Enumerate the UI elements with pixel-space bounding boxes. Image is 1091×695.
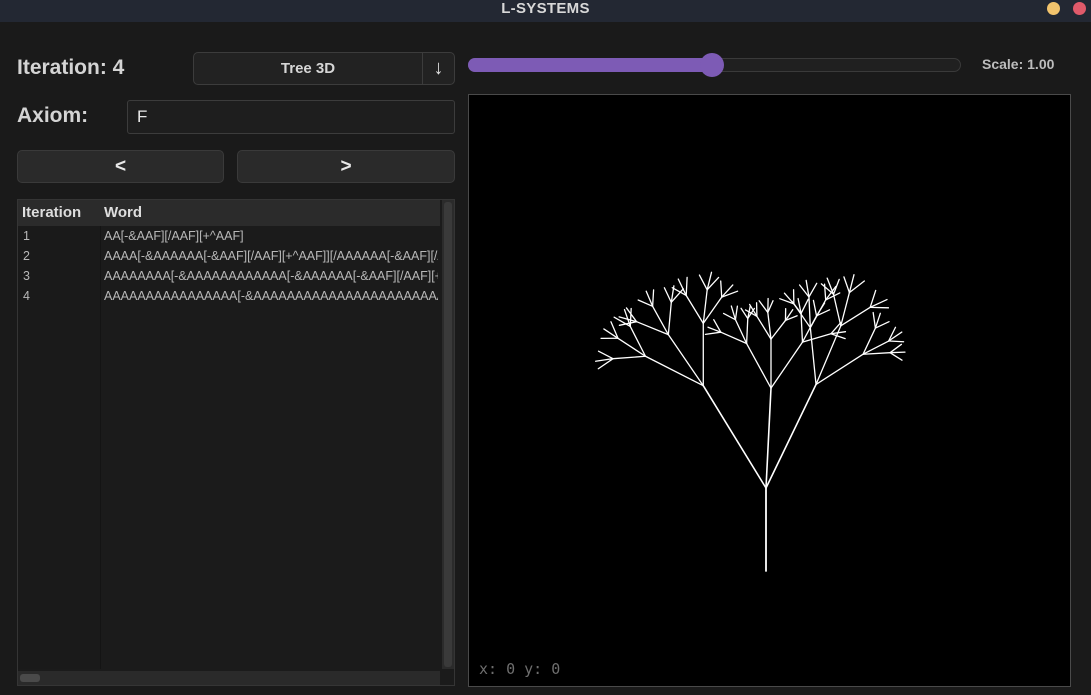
tree-branch <box>663 287 672 304</box>
tree-branch <box>770 319 787 340</box>
tree-branch <box>685 294 704 325</box>
tree-branch <box>698 274 708 291</box>
tree-branch <box>720 280 723 298</box>
tree-branch <box>872 311 877 329</box>
tree-branch <box>812 299 818 317</box>
cell-word: AAAAAAAAAAAAAAAA[-&AAAAAAAAAAAAAAAAAAAAA… <box>104 289 438 303</box>
scale-slider[interactable] <box>468 53 961 77</box>
tree-branch <box>800 312 804 343</box>
previous-iteration-button[interactable]: < <box>17 150 224 183</box>
axiom-input[interactable] <box>127 100 455 134</box>
tree-branch <box>800 298 809 315</box>
horizontal-scrollbar-thumb[interactable] <box>20 674 40 682</box>
tree-branch <box>702 384 767 489</box>
tree-branch <box>651 305 669 336</box>
preset-value: Tree 3D <box>280 60 336 77</box>
slider-fill <box>468 58 713 72</box>
vertical-scrollbar-thumb[interactable] <box>444 202 452 667</box>
tree-branch <box>888 340 905 343</box>
tree-branch <box>758 300 769 314</box>
cell-word: AAAAAAAA[-&AAAAAAAAAAAA[-&AAAAAA[-&AAF][… <box>104 269 438 283</box>
tree-branch <box>745 317 749 345</box>
tree-branch <box>734 305 739 321</box>
window-title: L-SYSTEMS <box>501 0 590 17</box>
cell-iteration: 4 <box>23 289 30 303</box>
cell-word: AAAA[-&AAAAAA[-&AAF][/AAF][+^AAF]][/AAAA… <box>104 249 438 263</box>
tree-branch <box>644 355 704 387</box>
tree-branch <box>745 342 772 389</box>
next-iteration-button[interactable]: > <box>237 150 455 183</box>
tree-branch <box>889 343 903 354</box>
tree-branch <box>597 350 614 360</box>
close-button[interactable] <box>1073 2 1086 15</box>
cell-word: AA[-&AAF][/AAF][+^AAF] <box>104 229 244 243</box>
table-header: Iteration Word <box>18 200 440 226</box>
tree-branch <box>809 327 817 386</box>
column-header-iteration[interactable]: Iteration <box>22 204 81 221</box>
tree-branch <box>629 307 632 328</box>
table-row[interactable]: 1 AA[-&AAF][/AAF][+^AAF] <box>18 228 438 248</box>
iteration-label: Iteration: 4 <box>17 56 125 79</box>
cursor-coordinates: x: 0 y: 0 <box>479 660 561 678</box>
tree-branch <box>889 352 903 361</box>
tree-branch <box>830 333 846 340</box>
scale-value-label: Scale: 1.00 <box>982 56 1055 72</box>
tree-branch <box>823 283 827 301</box>
table-row[interactable]: 4 AAAAAAAAAAAAAAAA[-&AAAAAAAAAAAAAAAAAAA… <box>18 288 438 308</box>
table-body: 1 AA[-&AAF][/AAF][+^AAF] 2 AAAA[-&AAAAAA… <box>18 228 438 308</box>
tree-branch <box>832 293 842 327</box>
cell-iteration: 2 <box>23 249 30 263</box>
tree-branch <box>843 276 851 294</box>
table-row[interactable]: 3 AAAAAAAA[-&AAAAAAAAAAAA[-&AAAAAA[-&AAF… <box>18 268 438 288</box>
tree-branch <box>635 321 669 336</box>
cell-iteration: 3 <box>23 269 30 283</box>
vertical-scrollbar[interactable] <box>442 200 454 669</box>
tree-branch <box>862 327 877 355</box>
tree-branch <box>740 307 749 320</box>
cell-iteration: 1 <box>23 229 30 243</box>
tree-branch <box>612 355 647 360</box>
tree-branch <box>667 333 704 387</box>
tree-branch <box>770 341 804 389</box>
l-system-tree-drawing <box>594 271 906 572</box>
minimize-button[interactable] <box>1047 2 1060 15</box>
render-canvas[interactable]: x: 0 y: 0 <box>468 94 1071 687</box>
tree-branch <box>765 383 817 489</box>
table-row[interactable]: 2 AAAA[-&AAAAAA[-&AAF][/AAF][+^AAF]][/AA… <box>18 248 438 268</box>
slider-handle[interactable] <box>700 53 725 77</box>
tree-branch <box>667 301 672 336</box>
horizontal-scrollbar[interactable] <box>18 671 440 685</box>
tree-branch <box>862 340 890 355</box>
dropdown-arrow-icon[interactable]: ↓ <box>422 53 454 84</box>
column-header-word[interactable]: Word <box>104 204 142 221</box>
tree-branch <box>809 299 827 329</box>
axiom-label: Axiom: <box>17 104 89 127</box>
iterations-table[interactable]: Iteration Word 1 AA[-&AAF][/AAF][+^AAF] … <box>17 199 455 686</box>
tree-branch <box>704 331 722 336</box>
title-bar: L-SYSTEMS <box>0 0 1091 22</box>
preset-dropdown[interactable]: Tree 3D ↓ <box>193 52 455 85</box>
tree-branch <box>862 352 891 355</box>
tree-branch <box>765 387 772 489</box>
tree-branch <box>651 289 655 307</box>
tree-branch <box>808 282 818 298</box>
tree-branch <box>685 276 688 297</box>
tree-branch <box>889 351 906 354</box>
tree-branch <box>808 296 811 329</box>
